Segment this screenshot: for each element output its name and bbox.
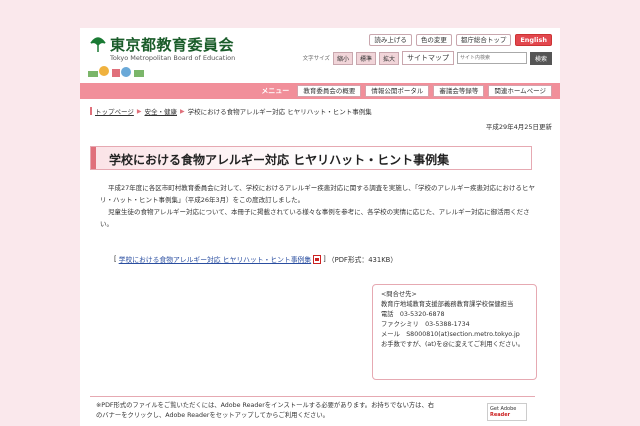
org-name-en: Tokyo Metropolitan Board of Education bbox=[110, 54, 236, 62]
body-text: 平成27年度に各区市町村教育委員会に対して、学校におけるアレルギー疾患対応に関す… bbox=[100, 182, 540, 230]
search-button[interactable]: 検索 bbox=[529, 51, 552, 65]
search-input[interactable] bbox=[456, 52, 527, 64]
breadcrumb: トップページ ▶ 安全・健康 ▶ 学校における食物アレルギー対応 ヒヤリハット・… bbox=[90, 106, 372, 116]
sitemap-link[interactable]: サイトマップ bbox=[401, 51, 454, 65]
body-paragraph: 児童生徒の食物アレルギー対応について、本冊子に掲載されている様々な事例を参考に、… bbox=[100, 208, 530, 228]
pdf-open-bracket: [ bbox=[114, 255, 117, 263]
english-button[interactable]: English bbox=[515, 34, 552, 46]
notice-line: のバナーをクリックし、Adobe Readerをセットアップしてからご利用くださ… bbox=[96, 412, 329, 419]
adobe-reader-banner[interactable]: Get Adobe Reader bbox=[487, 403, 527, 421]
font-size-label: 文字サイズ bbox=[302, 56, 330, 62]
site-logo[interactable]: 東京都教育委員会 Tokyo Metropolitan Board of Edu… bbox=[88, 34, 248, 77]
page-container: 東京都教育委員会 Tokyo Metropolitan Board of Edu… bbox=[80, 28, 560, 426]
contact-note: お手数ですが、(at)を@に変えてご利用ください。 bbox=[381, 341, 525, 348]
breadcrumb-safety[interactable]: 安全・健康 bbox=[145, 106, 178, 116]
pdf-download: [ 学校における食物アレルギー対応 ヒヤリハット・ヒント事例集 ] （PDF形式… bbox=[114, 254, 397, 264]
font-large-button[interactable]: 拡大 bbox=[378, 51, 399, 65]
contact-box: <問合せ先> 教育庁地域教育支援部義務教育課学校保健担当 電話 03-5320-… bbox=[372, 284, 537, 380]
reader-name: Reader bbox=[490, 412, 511, 418]
font-standard-button[interactable]: 標準 bbox=[355, 51, 376, 65]
color-change-button[interactable]: 色の変更 bbox=[415, 34, 452, 46]
page-title-box: 学校における食物アレルギー対応 ヒヤリハット・ヒント事例集 bbox=[90, 146, 532, 170]
pdf-info: （PDF形式：431KB） bbox=[327, 256, 398, 264]
contact-heading: <問合せ先> bbox=[381, 291, 417, 298]
pdf-icon bbox=[313, 254, 322, 264]
pdf-notice: ※PDF形式のファイルをご覧いただくには、Adobe Readerをインストール… bbox=[90, 396, 535, 424]
chevron-right-icon: ▶ bbox=[180, 107, 185, 115]
notice-line: ※PDF形式のファイルをご覧いただくには、Adobe Readerをインストール… bbox=[96, 402, 435, 409]
chevron-right-icon: ▶ bbox=[136, 107, 142, 115]
metro-top-button[interactable]: 都庁総合トップ bbox=[455, 34, 512, 46]
contact-dept: 教育庁地域教育支援部義務教育課学校保健担当 bbox=[381, 301, 514, 308]
nav-item-disclosure[interactable]: 情報公開ポータル bbox=[365, 85, 430, 97]
page-title: 学校における食物アレルギー対応 ヒヤリハット・ヒント事例集 bbox=[109, 153, 450, 167]
secondary-tools: 文字サイズ 縮小 標準 拡大 サイトマップ 検索 bbox=[303, 51, 552, 65]
decorative-illustration-icon bbox=[88, 66, 144, 77]
ginkgo-logo-icon bbox=[90, 37, 106, 52]
nav-menu-label: メニュー bbox=[261, 87, 290, 95]
site-header: 東京都教育委員会 Tokyo Metropolitan Board of Edu… bbox=[80, 28, 560, 83]
nav-item-councils[interactable]: 審議会等録等 bbox=[433, 85, 485, 97]
contact-phone: 電話 03-5320-6878 bbox=[381, 311, 445, 318]
utility-buttons: 読み上げる 色の変更 都庁総合トップ English bbox=[369, 34, 552, 46]
breadcrumb-marker bbox=[90, 107, 92, 115]
read-aloud-button[interactable]: 読み上げる bbox=[369, 34, 412, 46]
pdf-link[interactable]: 学校における食物アレルギー対応 ヒヤリハット・ヒント事例集 bbox=[119, 254, 311, 264]
contact-mail: メール S8000810(at)section.metro.tokyo.jp bbox=[381, 331, 520, 338]
nav-item-overview[interactable]: 教育委員会の概要 bbox=[297, 85, 362, 97]
org-name-ja: 東京都教育委員会 bbox=[110, 36, 235, 54]
breadcrumb-home[interactable]: トップページ bbox=[95, 106, 134, 116]
global-nav: メニュー 教育委員会の概要 情報公開ポータル 審議会等録等 関連ホームページ bbox=[80, 83, 560, 99]
breadcrumb-current: 学校における食物アレルギー対応 ヒヤリハット・ヒント事例集 bbox=[187, 108, 372, 116]
contact-fax: ファクシミリ 03-5388-1734 bbox=[381, 321, 470, 328]
title-accent bbox=[91, 147, 96, 169]
body-paragraph: 平成27年度に各区市町村教育委員会に対して、学校におけるアレルギー疾患対応に関す… bbox=[100, 184, 536, 204]
font-small-button[interactable]: 縮小 bbox=[332, 51, 353, 65]
pdf-close-bracket: ] bbox=[323, 255, 326, 263]
updated-date: 平成29年4月25日更新 bbox=[485, 123, 552, 131]
nav-item-related[interactable]: 関連ホームページ bbox=[488, 85, 552, 97]
